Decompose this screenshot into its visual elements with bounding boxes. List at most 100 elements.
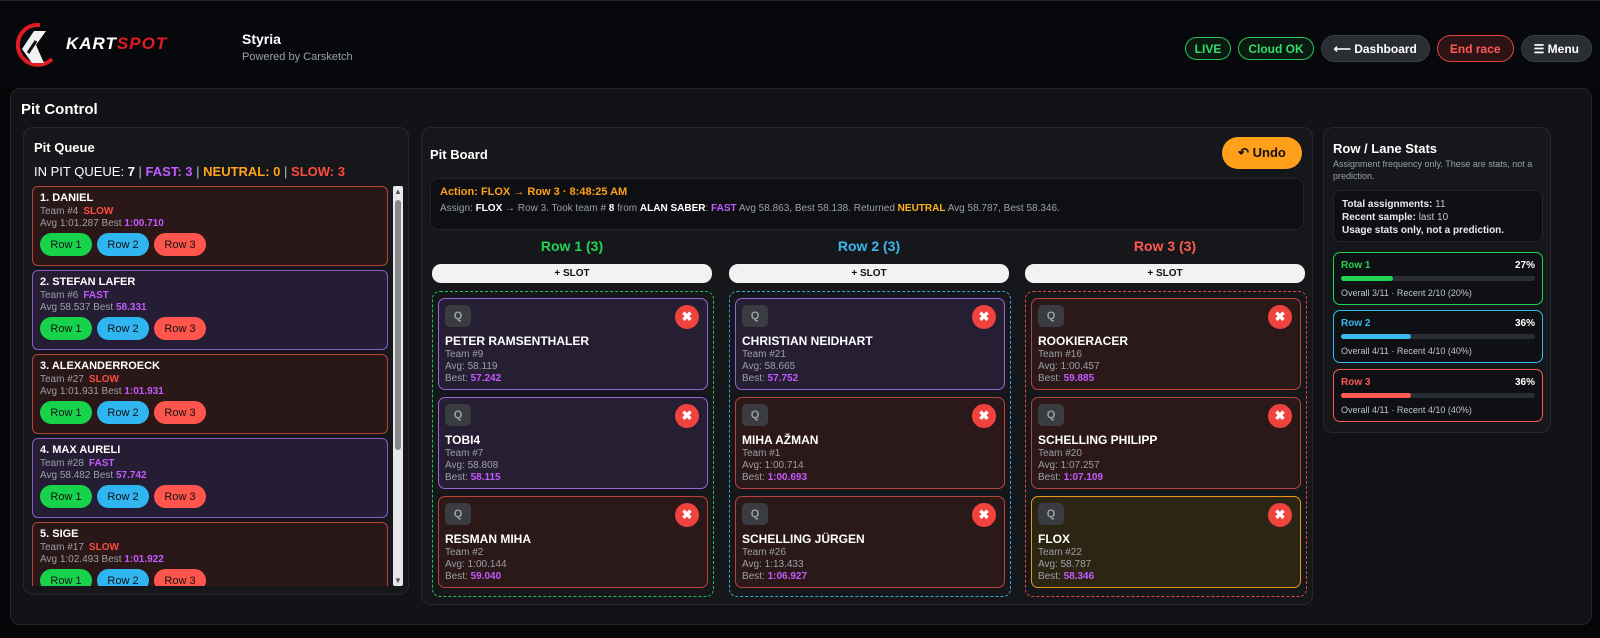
queue-row-buttons: Row 1 Row 2 Row 3 (40, 401, 380, 424)
driver-card[interactable]: Q ✖ RESMAN MIHA Team #2 Avg: 1:00.144 Best: 5… (438, 496, 708, 588)
lane-percent: 36% (1514, 377, 1535, 388)
scroll-down-icon[interactable]: ▼ (394, 576, 402, 585)
queue-pace-tag: SLOW (88, 542, 119, 553)
remove-icon[interactable]: ✖ (1268, 404, 1292, 428)
recent-value: last 10 (1418, 212, 1449, 223)
driver-card[interactable]: Q ✖ ROOKIERACER Team #16 Avg: 1:00.457 Best: … (1031, 298, 1301, 390)
usage-note: Usage stats only, not a prediction. (1342, 225, 1505, 236)
driver-card[interactable]: Q ✖ SCHELLING PHILIPP Team #20 Avg: 1:07.257… (1031, 397, 1301, 489)
remove-icon[interactable]: ✖ (675, 404, 699, 428)
lane-stats-panel: Row / Lane Stats Assignment frequency on… (1323, 127, 1551, 433)
queue-summary: IN PIT QUEUE: 7 | FAST: 3 | NEUTRAL: 0 |… (34, 164, 345, 179)
queue-item[interactable]: 3. ALEXANDERROECK Team #27 SLOW Avg 1:01.93… (32, 354, 388, 434)
remove-icon[interactable]: ✖ (972, 305, 996, 329)
driver-best: 57.242 (470, 373, 502, 384)
assign-row-3-button[interactable]: Row 3 (154, 485, 206, 508)
total-value: 11 (1435, 199, 1446, 210)
assign-row-3-button[interactable]: Row 3 (154, 317, 206, 340)
add-slot-button[interactable]: + SLOT (432, 264, 712, 283)
row-column-3: Row 3 (3) + SLOT Q ✖ ROOKIERACER Team #16 Avg:… (1023, 238, 1307, 597)
queue-best: 57.742 (116, 470, 147, 481)
queue-back-button[interactable]: Q (742, 503, 768, 525)
row-header: Row 2 (3) (837, 238, 901, 254)
driver-name: FLOX (1038, 532, 1070, 546)
assign-prefix: Assign: (440, 203, 473, 214)
driver-avg: Avg: 1:00.144 (445, 559, 507, 570)
add-slot-button[interactable]: + SLOT (1025, 264, 1305, 283)
queue-back-button[interactable]: Q (1038, 305, 1064, 327)
queue-team: Team #4 SLOW (40, 206, 380, 217)
scroll-thumb[interactable] (395, 200, 401, 450)
assign-row-2-button[interactable]: Row 2 (97, 401, 149, 424)
assign-row-3-button[interactable]: Row 3 (154, 401, 206, 424)
driver-best-label: Best: (445, 472, 468, 483)
undo-button[interactable]: ↶ Undo (1222, 137, 1302, 169)
queue-slow-count: SLOW: 3 (291, 164, 345, 179)
queue-back-button[interactable]: Q (742, 404, 768, 426)
lane-stat-card: Row 3 36% Overall 4/11 · Recent 4/10 (40%) (1333, 369, 1543, 422)
driver-team: Team #20 (1038, 448, 1082, 459)
queue-back-button[interactable]: Q (1038, 404, 1064, 426)
remove-icon[interactable]: ✖ (675, 503, 699, 527)
queue-back-button[interactable]: Q (445, 404, 471, 426)
assign-row-2-button[interactable]: Row 2 (97, 317, 149, 340)
remove-icon[interactable]: ✖ (1268, 305, 1292, 329)
queue-pace-tag: SLOW (88, 374, 119, 385)
assign-row-1-button[interactable]: Row 1 (40, 569, 92, 586)
queue-row-buttons: Row 1 Row 2 Row 3 (40, 569, 380, 586)
dashboard-button[interactable]: ⟵ Dashboard (1320, 35, 1430, 62)
queue-best-label: Best (93, 302, 114, 313)
assign-row-1-button[interactable]: Row 1 (40, 485, 92, 508)
lane-stat-header: Row 1 27% (1341, 260, 1535, 271)
queue-back-button[interactable]: Q (1038, 503, 1064, 525)
driver-card[interactable]: Q ✖ SCHELLING JÜRGEN Team #26 Avg: 1:13.433 B… (735, 496, 1005, 588)
driver-card[interactable]: Q ✖ PETER RAMSENTHALER Team #9 Avg: 58.119 Be… (438, 298, 708, 390)
queue-best-label: Best (101, 386, 122, 397)
queue-item[interactable]: 1. DANIEL Team #4 SLOW Avg 1:01.287 Best 1:… (32, 186, 388, 266)
driver-card[interactable]: Q ✖ FLOX Team #22 Avg: 58.787 Best: 58.346 (1031, 496, 1301, 588)
menu-button[interactable]: ☰ Menu (1520, 35, 1592, 62)
queue-back-button[interactable]: Q (445, 305, 471, 327)
row-column-2: Row 2 (3) + SLOT Q ✖ CHRISTIAN NEIDHART Team … (727, 238, 1011, 597)
driver-card[interactable]: Q ✖ MIHA AŽMAN Team #1 Avg: 1:00.714 Best: 1:… (735, 397, 1005, 489)
scroll-up-icon[interactable]: ▲ (394, 187, 402, 196)
queue-row-buttons: Row 1 Row 2 Row 3 (40, 485, 380, 508)
assign-from-driver: ALAN SABER (639, 203, 706, 214)
assign-row-1-button[interactable]: Row 1 (40, 233, 92, 256)
remove-icon[interactable]: ✖ (675, 305, 699, 329)
lane-stat-card: Row 1 27% Overall 3/11 · Recent 2/10 (20%) (1333, 252, 1543, 305)
driver-card[interactable]: Q ✖ TOBI4 Team #7 Avg: 58.808 Best: 58.115 (438, 397, 708, 489)
remove-icon[interactable]: ✖ (972, 404, 996, 428)
assign-stats: Avg 58.863, Best 58.138. Returned (738, 203, 895, 214)
queue-back-button[interactable]: Q (742, 305, 768, 327)
cloud-status-badge: Cloud OK (1238, 37, 1314, 60)
queue-driver-name: 3. ALEXANDERROECK (40, 360, 160, 372)
driver-best: 59.040 (470, 571, 502, 582)
driver-best-line: Best: 58.115 (445, 472, 701, 483)
assign-row-3-button[interactable]: Row 3 (154, 233, 206, 256)
queue-driver-name: 4. MAX AURELI (40, 444, 121, 456)
assign-row-2-button[interactable]: Row 2 (97, 569, 149, 586)
row-header: Row 3 (3) (1133, 238, 1197, 254)
assign-row-1-button[interactable]: Row 1 (40, 317, 92, 340)
assign-row-2-button[interactable]: Row 2 (97, 485, 149, 508)
remove-icon[interactable]: ✖ (1268, 503, 1292, 527)
add-slot-button[interactable]: + SLOT (729, 264, 1009, 283)
assign-row-3-button[interactable]: Row 3 (154, 569, 206, 586)
queue-scrollbar[interactable]: ▲ ▼ (393, 186, 403, 586)
assign-row-2-button[interactable]: Row 2 (97, 233, 149, 256)
queue-item[interactable]: 5. SIGE Team #17 SLOW Avg 1:02.493 Best 1:0… (32, 522, 388, 586)
queue-item[interactable]: 4. MAX AURELI Team #28 FAST Avg 58.482 Best… (32, 438, 388, 518)
assign-row-1-button[interactable]: Row 1 (40, 401, 92, 424)
driver-card[interactable]: Q ✖ CHRISTIAN NEIDHART Team #21 Avg: 58.665 B… (735, 298, 1005, 390)
queue-back-button[interactable]: Q (445, 503, 471, 525)
remove-icon[interactable]: ✖ (972, 503, 996, 527)
queue-list[interactable]: 1. DANIEL Team #4 SLOW Avg 1:01.287 Best 1:… (32, 186, 388, 586)
end-race-button[interactable]: End race (1436, 35, 1514, 62)
total-label: Total assignments: (1342, 199, 1433, 210)
driver-best-line: Best: 58.346 (1038, 571, 1294, 582)
queue-item[interactable]: 2. STEFAN LAFER Team #6 FAST Avg 58.537 Bes… (32, 270, 388, 350)
pit-board-title: Pit Board (430, 147, 488, 162)
driver-best-label: Best: (1038, 373, 1061, 384)
lane-detail: Overall 4/11 · Recent 4/10 (40%) (1341, 346, 1472, 356)
